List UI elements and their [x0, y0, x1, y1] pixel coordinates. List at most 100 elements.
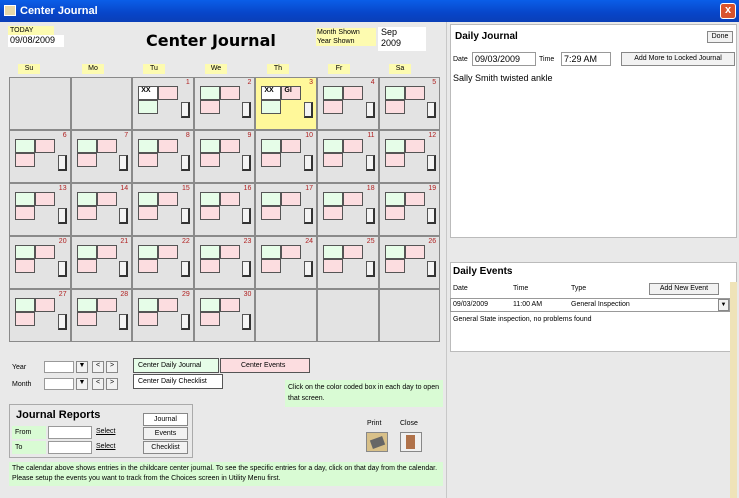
from-date-field[interactable]	[48, 426, 92, 439]
day-open-button[interactable]	[365, 102, 375, 118]
checklist-box[interactable]	[138, 206, 159, 220]
events-box[interactable]	[96, 139, 117, 153]
month-select[interactable]	[44, 378, 74, 390]
events-box[interactable]	[158, 245, 179, 259]
day-open-button[interactable]	[57, 314, 67, 330]
events-box[interactable]	[281, 192, 302, 206]
events-box[interactable]	[96, 298, 117, 312]
year-next-button[interactable]: >	[106, 361, 118, 373]
day-open-button[interactable]	[180, 155, 190, 171]
journal-box[interactable]	[199, 245, 220, 259]
events-box[interactable]	[404, 245, 425, 259]
checklist-box[interactable]	[138, 100, 159, 114]
add-new-event-button[interactable]: Add New Event	[649, 283, 719, 295]
events-box[interactable]	[158, 86, 179, 100]
journal-box[interactable]	[15, 298, 35, 312]
checklist-box[interactable]	[384, 153, 405, 167]
checklist-box[interactable]	[15, 312, 35, 326]
events-box[interactable]	[96, 192, 117, 206]
checklist-box[interactable]	[76, 259, 97, 273]
events-box[interactable]	[35, 139, 55, 153]
checklist-box[interactable]	[261, 206, 282, 220]
day-open-button[interactable]	[427, 261, 437, 277]
day-open-button[interactable]	[242, 102, 252, 118]
from-select-link[interactable]: Select	[96, 428, 115, 435]
journal-box[interactable]	[261, 245, 282, 259]
day-open-button[interactable]	[242, 314, 252, 330]
journal-box[interactable]	[199, 86, 220, 100]
journal-box[interactable]	[15, 139, 35, 153]
checklist-box[interactable]	[138, 312, 159, 326]
events-box[interactable]	[219, 192, 240, 206]
events-box[interactable]	[158, 139, 179, 153]
checklist-box[interactable]	[15, 206, 35, 220]
events-box[interactable]	[35, 298, 55, 312]
journal-box[interactable]	[138, 192, 159, 206]
checklist-box[interactable]	[384, 100, 405, 114]
to-select-link[interactable]: Select	[96, 443, 115, 450]
checklist-box[interactable]	[15, 153, 35, 167]
checklist-box[interactable]	[76, 312, 97, 326]
year-prev-button[interactable]: <	[92, 361, 104, 373]
day-open-button[interactable]	[242, 155, 252, 171]
checklist-box[interactable]	[76, 153, 97, 167]
journal-box[interactable]	[76, 245, 97, 259]
journal-box[interactable]	[76, 298, 97, 312]
events-box[interactable]	[404, 192, 425, 206]
journal-box[interactable]	[384, 245, 405, 259]
journal-box[interactable]	[384, 139, 405, 153]
day-open-button[interactable]	[427, 102, 437, 118]
month-prev-button[interactable]: <	[92, 378, 104, 390]
checklist-box[interactable]	[323, 259, 343, 273]
events-report-button[interactable]: Events	[143, 427, 188, 440]
checklist-box[interactable]	[199, 153, 220, 167]
event-note[interactable]: General State inspection, no problems fo…	[453, 316, 592, 323]
journal-report-button[interactable]: Journal	[143, 413, 188, 426]
events-box[interactable]	[219, 245, 240, 259]
day-open-button[interactable]	[119, 314, 129, 330]
journal-entry-text[interactable]: Sally Smith twisted ankle	[453, 73, 553, 83]
journal-box[interactable]	[199, 298, 220, 312]
year-dropdown-button[interactable]: ▼	[76, 361, 88, 373]
checklist-box[interactable]	[199, 100, 220, 114]
journal-box[interactable]	[76, 192, 97, 206]
day-open-button[interactable]	[427, 208, 437, 224]
day-open-button[interactable]	[180, 208, 190, 224]
events-box[interactable]	[281, 245, 302, 259]
journal-box[interactable]	[199, 139, 220, 153]
checklist-box[interactable]	[199, 206, 220, 220]
events-box[interactable]	[158, 192, 179, 206]
journal-time-field[interactable]: 7:29 AM	[561, 52, 611, 66]
checklist-box[interactable]	[76, 206, 97, 220]
journal-box[interactable]	[261, 139, 282, 153]
day-open-button[interactable]	[119, 208, 129, 224]
checklist-box[interactable]	[323, 100, 343, 114]
journal-box[interactable]	[138, 298, 159, 312]
day-open-button[interactable]	[57, 155, 67, 171]
checklist-box[interactable]	[261, 153, 282, 167]
to-date-field[interactable]	[48, 441, 92, 454]
events-box[interactable]	[219, 139, 240, 153]
day-open-button[interactable]	[57, 261, 67, 277]
year-select[interactable]	[44, 361, 74, 373]
events-box[interactable]	[281, 139, 302, 153]
add-more-locked-journal-button[interactable]: Add More to Locked Journal	[621, 52, 735, 66]
checklist-box[interactable]	[261, 259, 282, 273]
day-open-button[interactable]	[242, 208, 252, 224]
checklist-box[interactable]	[323, 206, 343, 220]
events-box[interactable]	[404, 139, 425, 153]
day-open-button[interactable]	[365, 155, 375, 171]
day-open-button[interactable]	[57, 208, 67, 224]
day-open-button[interactable]	[180, 314, 190, 330]
checklist-box[interactable]	[138, 259, 159, 273]
checklist-box[interactable]	[15, 259, 35, 273]
journal-box[interactable]	[323, 192, 343, 206]
day-open-button[interactable]	[303, 261, 313, 277]
events-box[interactable]	[404, 86, 425, 100]
print-icon[interactable]	[366, 432, 388, 452]
checklist-report-button[interactable]: Checklist	[143, 441, 188, 454]
events-box[interactable]	[96, 245, 117, 259]
journal-box[interactable]	[15, 192, 35, 206]
month-dropdown-button[interactable]: ▼	[76, 378, 88, 390]
journal-box[interactable]	[323, 245, 343, 259]
